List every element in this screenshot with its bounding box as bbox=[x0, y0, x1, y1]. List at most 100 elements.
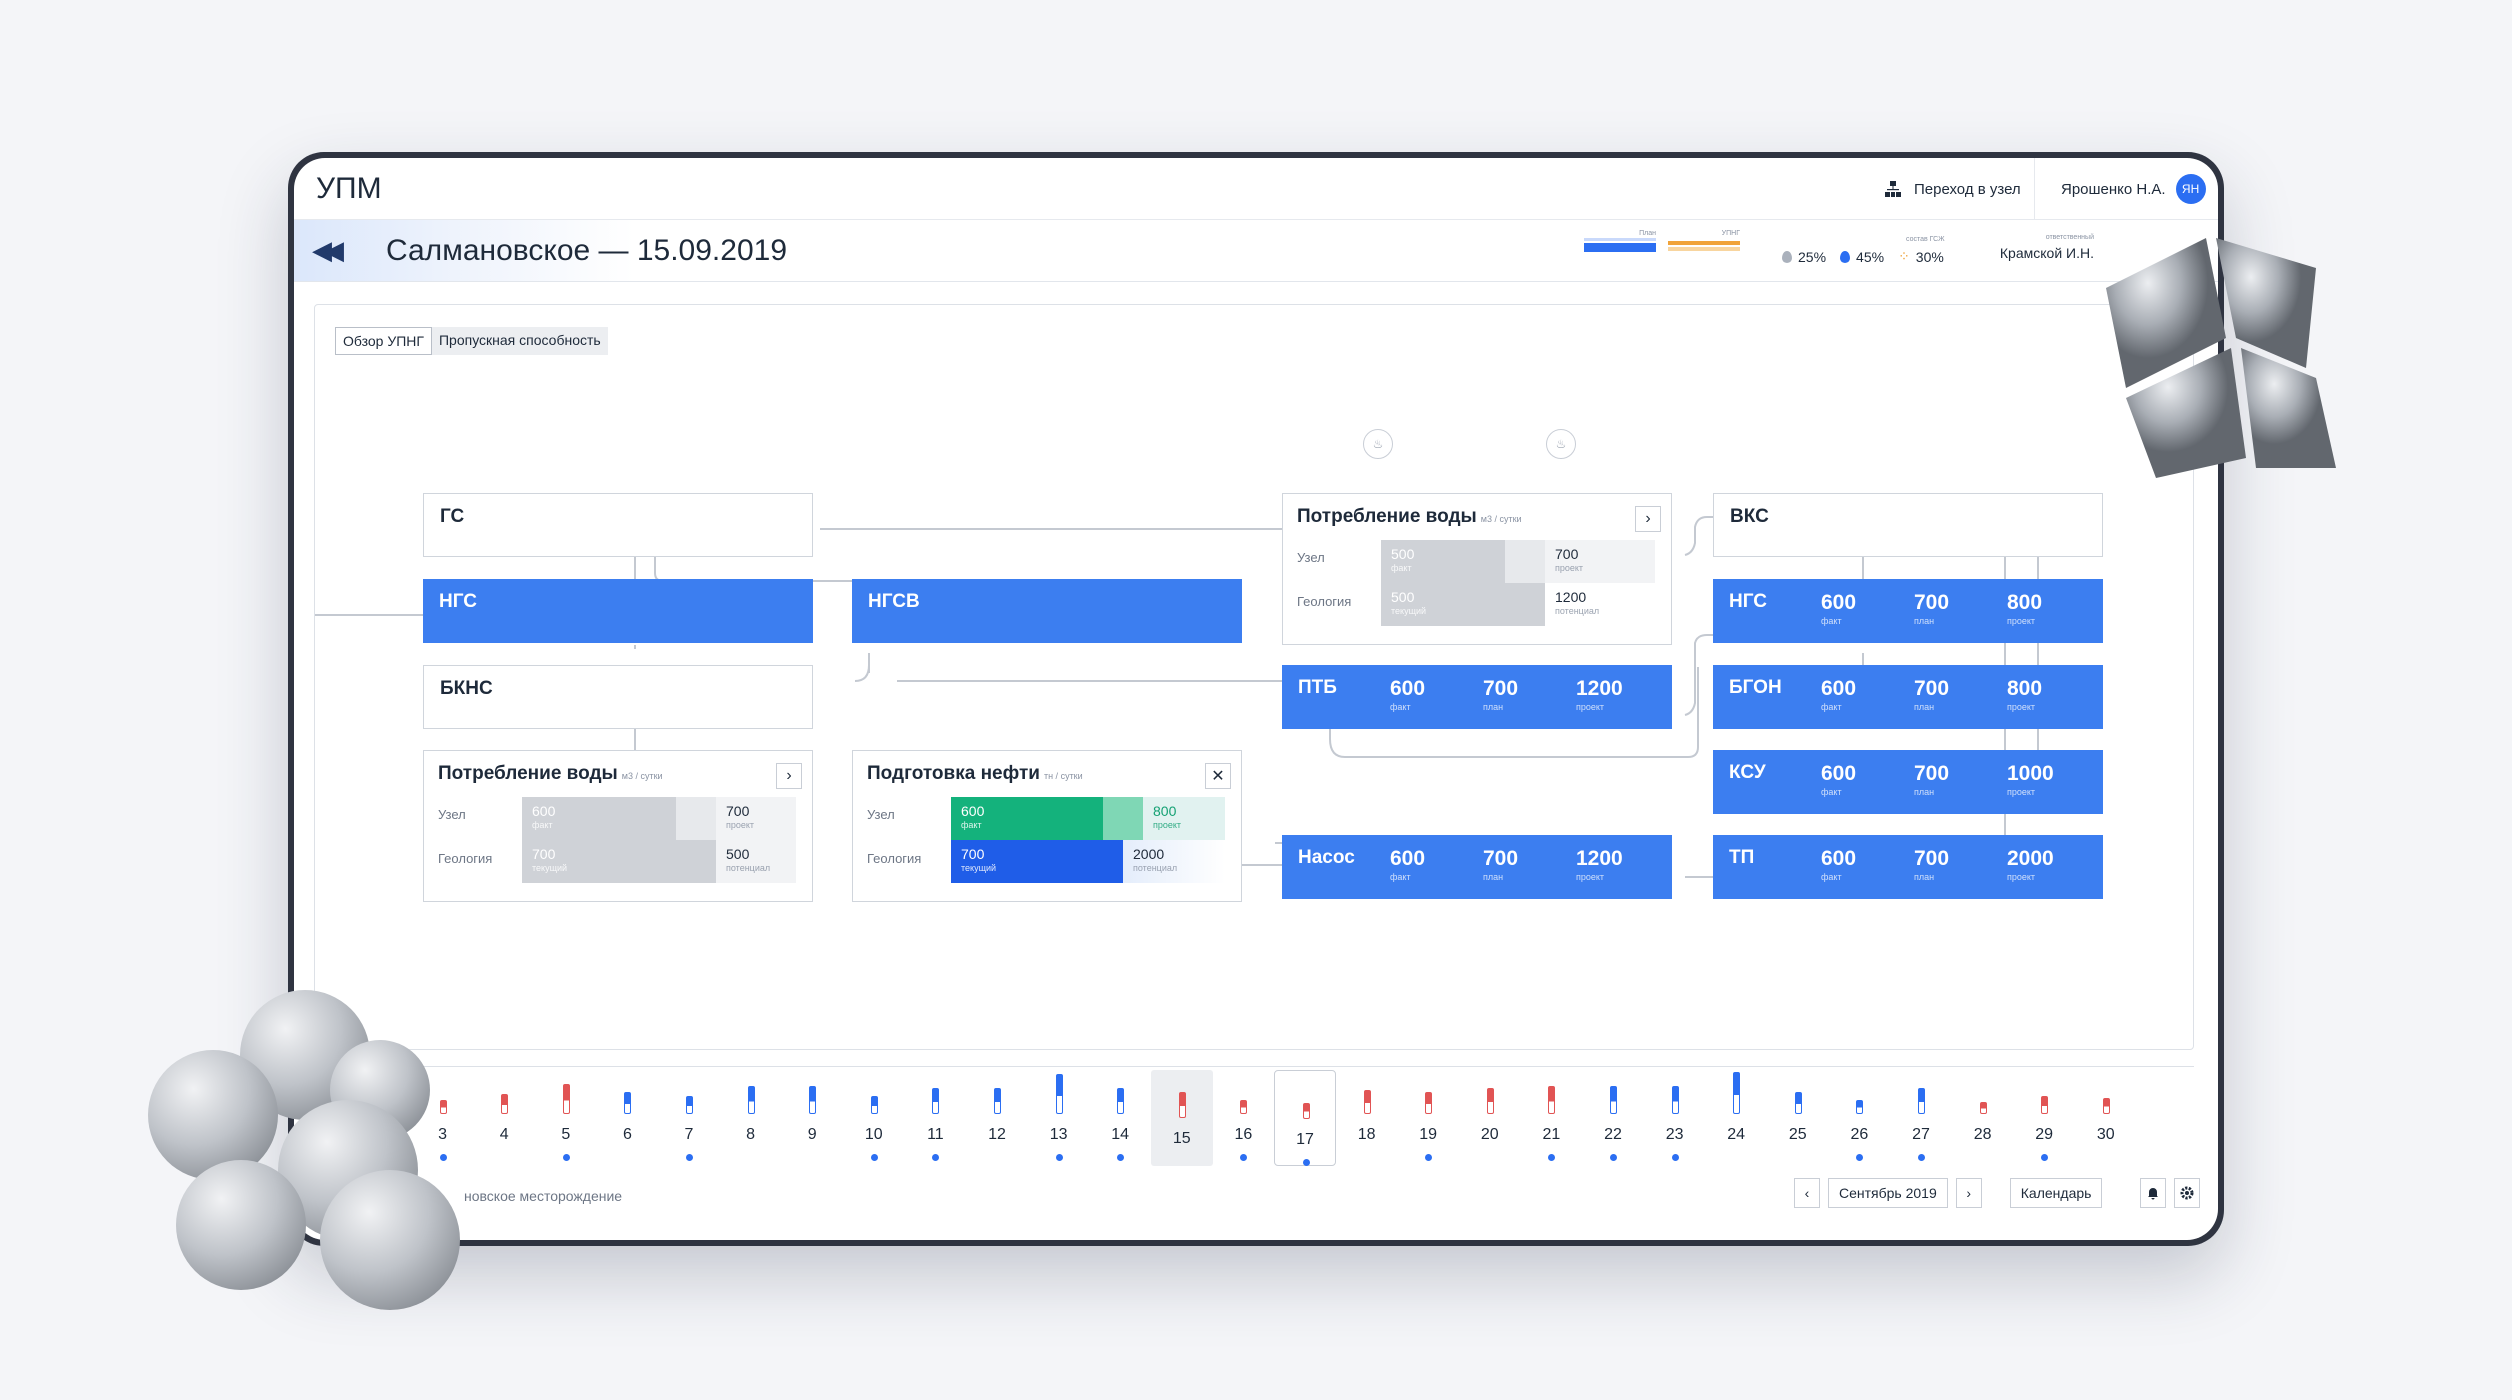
node-nasos[interactable]: Насос 600 факт 700 план 1200 проект bbox=[1282, 835, 1672, 899]
day-24[interactable]: 24 bbox=[1705, 1066, 1767, 1172]
day-22[interactable]: 22 bbox=[1582, 1066, 1644, 1172]
user-name: Ярошенко Н.А. bbox=[2061, 180, 2166, 198]
day-27-label: 27 bbox=[1912, 1126, 1930, 1143]
card-water-bottom-v3: 700 bbox=[532, 846, 556, 862]
card-water-bottom-current: 700 текущий bbox=[522, 840, 716, 883]
ksu-fact-sub: факт bbox=[1821, 787, 1842, 797]
month-selector[interactable]: Сентябрь 2019 bbox=[1828, 1178, 1948, 1208]
card-oil-v4s: потенциал bbox=[1133, 863, 1178, 873]
card-water-bottom: Потребление воды м3 / сутки › Узел Геолог… bbox=[423, 750, 813, 902]
card-water-bottom-potential: 500 потенциал bbox=[716, 840, 796, 883]
back-icon[interactable]: ◀◀ bbox=[312, 235, 344, 266]
card-water-top-v2: 700 bbox=[1555, 546, 1579, 562]
chevron-left-icon[interactable]: ‹ bbox=[1794, 1178, 1820, 1208]
day-15[interactable]: 15 bbox=[1150, 1070, 1213, 1166]
card-oil-v1s: факт bbox=[961, 820, 982, 830]
day-16[interactable]: 16 bbox=[1212, 1066, 1274, 1172]
day-7[interactable]: 7 bbox=[658, 1066, 720, 1172]
day-29[interactable]: 29 bbox=[2013, 1066, 2075, 1172]
day-12-label: 12 bbox=[988, 1126, 1006, 1143]
legend-plan: План bbox=[1584, 230, 1656, 252]
ngs2-plan: 700 план bbox=[1914, 591, 1949, 626]
day-10-label: 10 bbox=[864, 1126, 883, 1143]
day-19[interactable]: 19 bbox=[1397, 1066, 1459, 1172]
day-28[interactable]: 28 bbox=[1952, 1066, 2014, 1172]
close-icon[interactable]: ✕ bbox=[1205, 763, 1231, 789]
day-25[interactable]: 25 bbox=[1767, 1066, 1829, 1172]
day-30[interactable]: 30 bbox=[2075, 1066, 2137, 1172]
day-22-bar bbox=[1610, 1086, 1617, 1114]
day-23[interactable]: 23 bbox=[1644, 1066, 1706, 1172]
day-11-label: 11 bbox=[927, 1126, 944, 1143]
day-7-bar bbox=[686, 1096, 693, 1114]
chevron-right-icon[interactable]: › bbox=[1635, 506, 1661, 532]
tp-plan: 700 план bbox=[1914, 847, 1949, 882]
card-water-top-gap bbox=[1505, 540, 1545, 583]
day-11[interactable]: 11 bbox=[904, 1066, 966, 1172]
day-timeline: 2345678910111213141516171819202122232425… bbox=[294, 1066, 2218, 1240]
node-ptb[interactable]: ПТБ 600 факт 700 план 1200 проект bbox=[1282, 665, 1672, 729]
day-4[interactable]: 4 bbox=[473, 1066, 535, 1172]
day-21-bar bbox=[1548, 1086, 1556, 1114]
gear-icon[interactable] bbox=[2174, 1178, 2201, 1208]
node-bkns[interactable]: БКНС bbox=[423, 665, 813, 729]
node-ksu[interactable]: КСУ 600 факт 700 план 1000 проект bbox=[1713, 750, 2103, 814]
drop-blue-icon bbox=[1840, 250, 1851, 263]
card-oil: Подготовка нефти тн / сутки ✕ Узел Геолог… bbox=[852, 750, 1242, 902]
tp-fact-value: 600 bbox=[1821, 847, 1857, 870]
ngs2-fact-value: 600 bbox=[1821, 591, 1857, 614]
legend: План УПНГ bbox=[1584, 230, 1740, 252]
day-18[interactable]: 18 bbox=[1336, 1066, 1398, 1172]
day-8[interactable]: 8 bbox=[720, 1066, 782, 1172]
ptb-project-value: 1200 bbox=[1576, 677, 1623, 700]
day-21[interactable]: 21 bbox=[1520, 1066, 1582, 1172]
node-bgon[interactable]: БГОН 600 факт 700 план 800 проект bbox=[1713, 665, 2103, 729]
card-water-bottom-v3s: текущий bbox=[532, 863, 568, 873]
calendar-button[interactable]: Календарь bbox=[2009, 1178, 2103, 1208]
day-26-label: 26 bbox=[1850, 1126, 1869, 1143]
day-10[interactable]: 10 bbox=[843, 1066, 905, 1172]
user-menu[interactable]: Ярошенко Н.А. ЯН bbox=[2061, 174, 2206, 204]
tp-project: 2000 проект bbox=[2007, 847, 2054, 882]
day-6[interactable]: 6 bbox=[596, 1066, 658, 1172]
node-ngsv[interactable]: НГСВ bbox=[852, 579, 1242, 643]
top-header: УПМ Переход в узел Ярошенко Н.А. ЯН bbox=[294, 158, 2218, 220]
day-27[interactable]: 27 bbox=[1890, 1066, 1952, 1172]
node-bgon-label: БГОН bbox=[1729, 677, 1782, 698]
card-water-bottom-title: Потребление воды м3 / сутки bbox=[438, 763, 663, 785]
day-7-label: 7 bbox=[684, 1126, 694, 1143]
day-14[interactable]: 14 bbox=[1089, 1066, 1151, 1172]
node-ngsv-label: НГСВ bbox=[868, 591, 920, 612]
day-12[interactable]: 12 bbox=[966, 1066, 1028, 1172]
day-24-bar bbox=[1733, 1072, 1741, 1114]
day-11-dot bbox=[932, 1154, 940, 1161]
chevron-right-icon[interactable]: › bbox=[776, 763, 802, 789]
day-9[interactable]: 9 bbox=[781, 1066, 843, 1172]
node-vks[interactable]: ВКС bbox=[1713, 493, 2103, 557]
day-26[interactable]: 26 bbox=[1828, 1066, 1890, 1172]
legend-upng: УПНГ bbox=[1668, 230, 1740, 252]
region-label: новское месторождение bbox=[464, 1188, 623, 1204]
day-5[interactable]: 5 bbox=[535, 1066, 597, 1172]
avatar: ЯН bbox=[2175, 174, 2206, 204]
node-ngs-right[interactable]: НГС 600 факт 700 план 800 проект bbox=[1713, 579, 2103, 643]
day-3-label: 3 bbox=[438, 1126, 448, 1143]
bell-icon[interactable] bbox=[2140, 1178, 2167, 1208]
tp-fact-sub: факт bbox=[1821, 872, 1842, 882]
node-ngs[interactable]: НГС bbox=[423, 579, 813, 643]
card-water-top-v2s: проект bbox=[1555, 563, 1584, 573]
card-water-top-project: 700 проект bbox=[1545, 540, 1655, 583]
chevron-right-icon[interactable]: › bbox=[1955, 1178, 1982, 1208]
day-17[interactable]: 17 bbox=[1274, 1070, 1336, 1166]
flame-icon: ♨ bbox=[1546, 429, 1576, 459]
day-8-label: 8 bbox=[746, 1126, 756, 1143]
goto-node-button[interactable]: Переход в узел bbox=[1884, 174, 2021, 204]
node-gs[interactable]: ГС bbox=[423, 493, 813, 557]
node-tp[interactable]: ТП 600 факт 700 план 2000 проект bbox=[1713, 835, 2103, 899]
day-20[interactable]: 20 bbox=[1459, 1066, 1521, 1172]
ngs2-project-value: 800 bbox=[2007, 591, 2043, 614]
day-13-label: 13 bbox=[1049, 1126, 1068, 1143]
card-oil-v4: 2000 bbox=[1133, 846, 1165, 862]
day-13[interactable]: 13 bbox=[1028, 1066, 1090, 1172]
day-14-bar bbox=[1117, 1088, 1125, 1114]
